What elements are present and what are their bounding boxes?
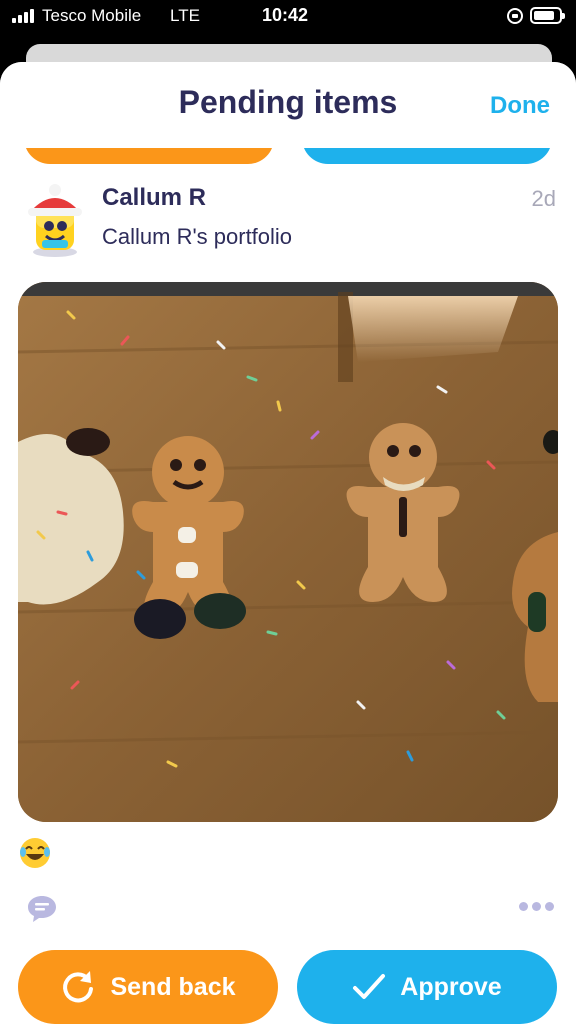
send-back-label: Send back <box>110 972 236 1001</box>
clock: 10:42 <box>262 5 309 25</box>
post-age: 2d <box>531 186 556 211</box>
status-bar: Tesco Mobile LTE 10:42 <box>0 0 576 32</box>
post-photo[interactable] <box>18 282 558 822</box>
checkmark-icon <box>353 974 386 999</box>
more-options-icon[interactable] <box>519 902 554 911</box>
network-type: LTE <box>170 6 200 25</box>
avatar[interactable] <box>22 182 88 258</box>
pending-items-sheet: Pending items Done Callum R Callum R's p… <box>0 62 576 1024</box>
send-back-button[interactable]: Send back <box>18 950 278 1024</box>
approve-label: Approve <box>400 972 502 1001</box>
portfolio-name: Callum R's portfolio <box>102 224 293 249</box>
undo-icon <box>63 971 94 1003</box>
carrier-name: Tesco Mobile <box>42 6 142 25</box>
laughing-emoji-icon[interactable] <box>18 836 52 870</box>
signal-strength-icon <box>12 9 34 23</box>
gingerbread-photo <box>18 282 558 822</box>
rotation-lock-icon <box>507 8 523 24</box>
comment-icon[interactable] <box>26 894 58 924</box>
approve-button[interactable]: Approve <box>297 950 557 1024</box>
battery-icon <box>530 7 565 24</box>
author-name: Callum R <box>102 184 207 211</box>
done-button[interactable]: Done <box>490 92 550 120</box>
